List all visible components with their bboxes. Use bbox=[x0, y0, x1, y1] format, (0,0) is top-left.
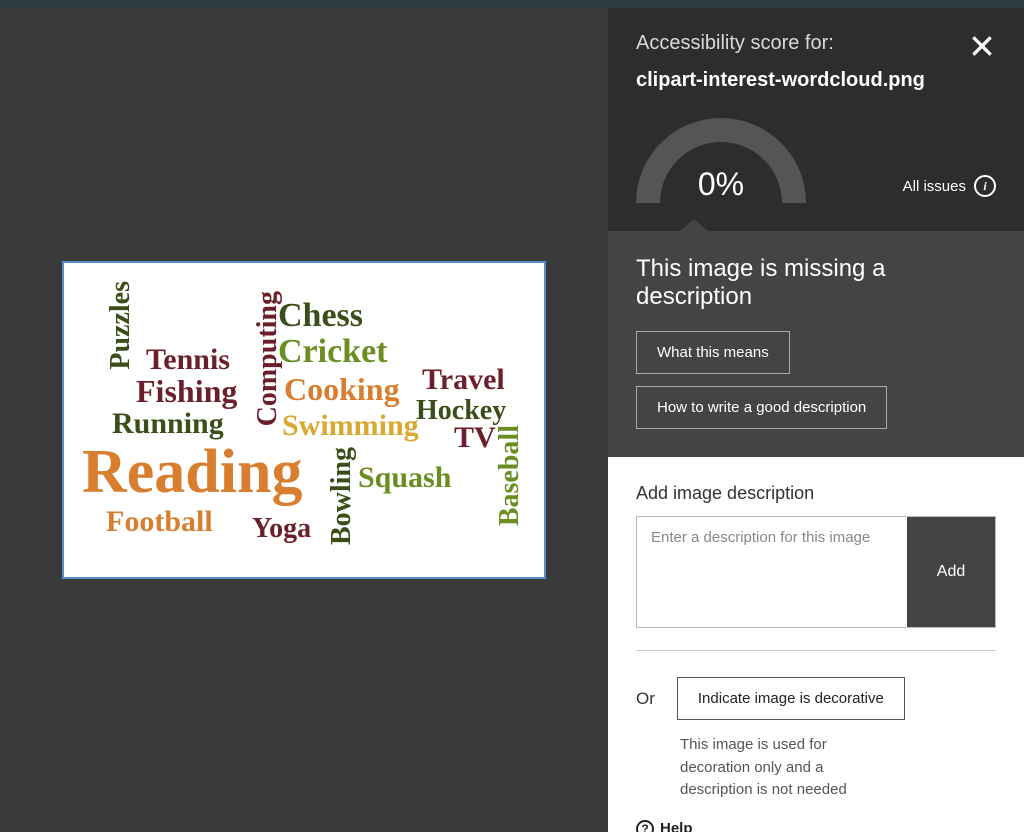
wordcloud-word: Computing bbox=[254, 291, 282, 426]
filename: clipart-interest-wordcloud.png bbox=[636, 69, 996, 92]
panel-header: Accessibility score for: clipart-interes… bbox=[608, 8, 1024, 231]
accessibility-panel: Accessibility score for: clipart-interes… bbox=[608, 8, 1024, 832]
indicate-decorative-button[interactable]: Indicate image is decorative bbox=[677, 677, 905, 720]
gauge-row: 0% All issues i bbox=[636, 118, 996, 203]
wordcloud-word: Fishing bbox=[136, 375, 237, 407]
wordcloud-word: Football bbox=[106, 507, 213, 537]
how-to-write-button[interactable]: How to write a good description bbox=[636, 386, 887, 429]
info-icon: i bbox=[974, 175, 996, 197]
wordcloud-word: Squash bbox=[358, 463, 451, 493]
issue-block: This image is missing a description What… bbox=[608, 231, 1024, 457]
image-preview-pane: Puzzles Chess Tennis Cricket Fishing Cooking T… bbox=[0, 8, 608, 832]
or-label: Or bbox=[636, 689, 655, 709]
wordcloud-word: Puzzles bbox=[107, 281, 135, 370]
all-issues-link[interactable]: All issues i bbox=[903, 175, 996, 197]
help-icon: ? bbox=[636, 820, 654, 832]
description-form: Add image description Add Or Indicate im… bbox=[608, 457, 1024, 832]
wordcloud-word: Tennis bbox=[146, 345, 230, 375]
wordcloud-word: Cooking bbox=[284, 373, 400, 405]
wordcloud-word: Bowling bbox=[328, 447, 356, 545]
wordcloud-image: Puzzles Chess Tennis Cricket Fishing Cooking T… bbox=[62, 261, 546, 579]
close-icon bbox=[969, 33, 995, 59]
score-value: 0% bbox=[698, 166, 744, 203]
close-button[interactable] bbox=[964, 28, 1000, 64]
score-gauge: 0% bbox=[636, 118, 806, 203]
wordcloud-word: TV bbox=[454, 423, 496, 453]
wordcloud-word: Running bbox=[112, 409, 224, 439]
wordcloud-word: Reading bbox=[82, 441, 302, 503]
score-label: Accessibility score for: bbox=[636, 32, 996, 55]
wordcloud-word: Swimming bbox=[282, 411, 419, 441]
help-link[interactable]: ? Help bbox=[636, 820, 996, 832]
app: Puzzles Chess Tennis Cricket Fishing Cooking T… bbox=[0, 8, 1024, 832]
issue-title: This image is missing a description bbox=[636, 255, 996, 311]
wordcloud-word: Baseball bbox=[496, 425, 524, 526]
divider bbox=[636, 650, 996, 651]
add-description-label: Add image description bbox=[636, 483, 996, 504]
wordcloud-word: Cricket bbox=[278, 335, 388, 369]
or-row: Or Indicate image is decorative bbox=[636, 677, 996, 720]
what-this-means-button[interactable]: What this means bbox=[636, 331, 790, 374]
wordcloud-word: Travel bbox=[422, 365, 505, 395]
description-input-row: Add bbox=[636, 516, 996, 628]
help-label: Help bbox=[660, 820, 693, 832]
description-input[interactable] bbox=[637, 517, 907, 627]
all-issues-label: All issues bbox=[903, 178, 966, 195]
decorative-note: This image is used for decoration only a… bbox=[680, 734, 900, 802]
wordcloud-word: Chess bbox=[278, 299, 363, 333]
add-button[interactable]: Add bbox=[907, 517, 995, 627]
wordcloud-word: Yoga bbox=[252, 515, 311, 543]
top-bar bbox=[0, 0, 1024, 8]
